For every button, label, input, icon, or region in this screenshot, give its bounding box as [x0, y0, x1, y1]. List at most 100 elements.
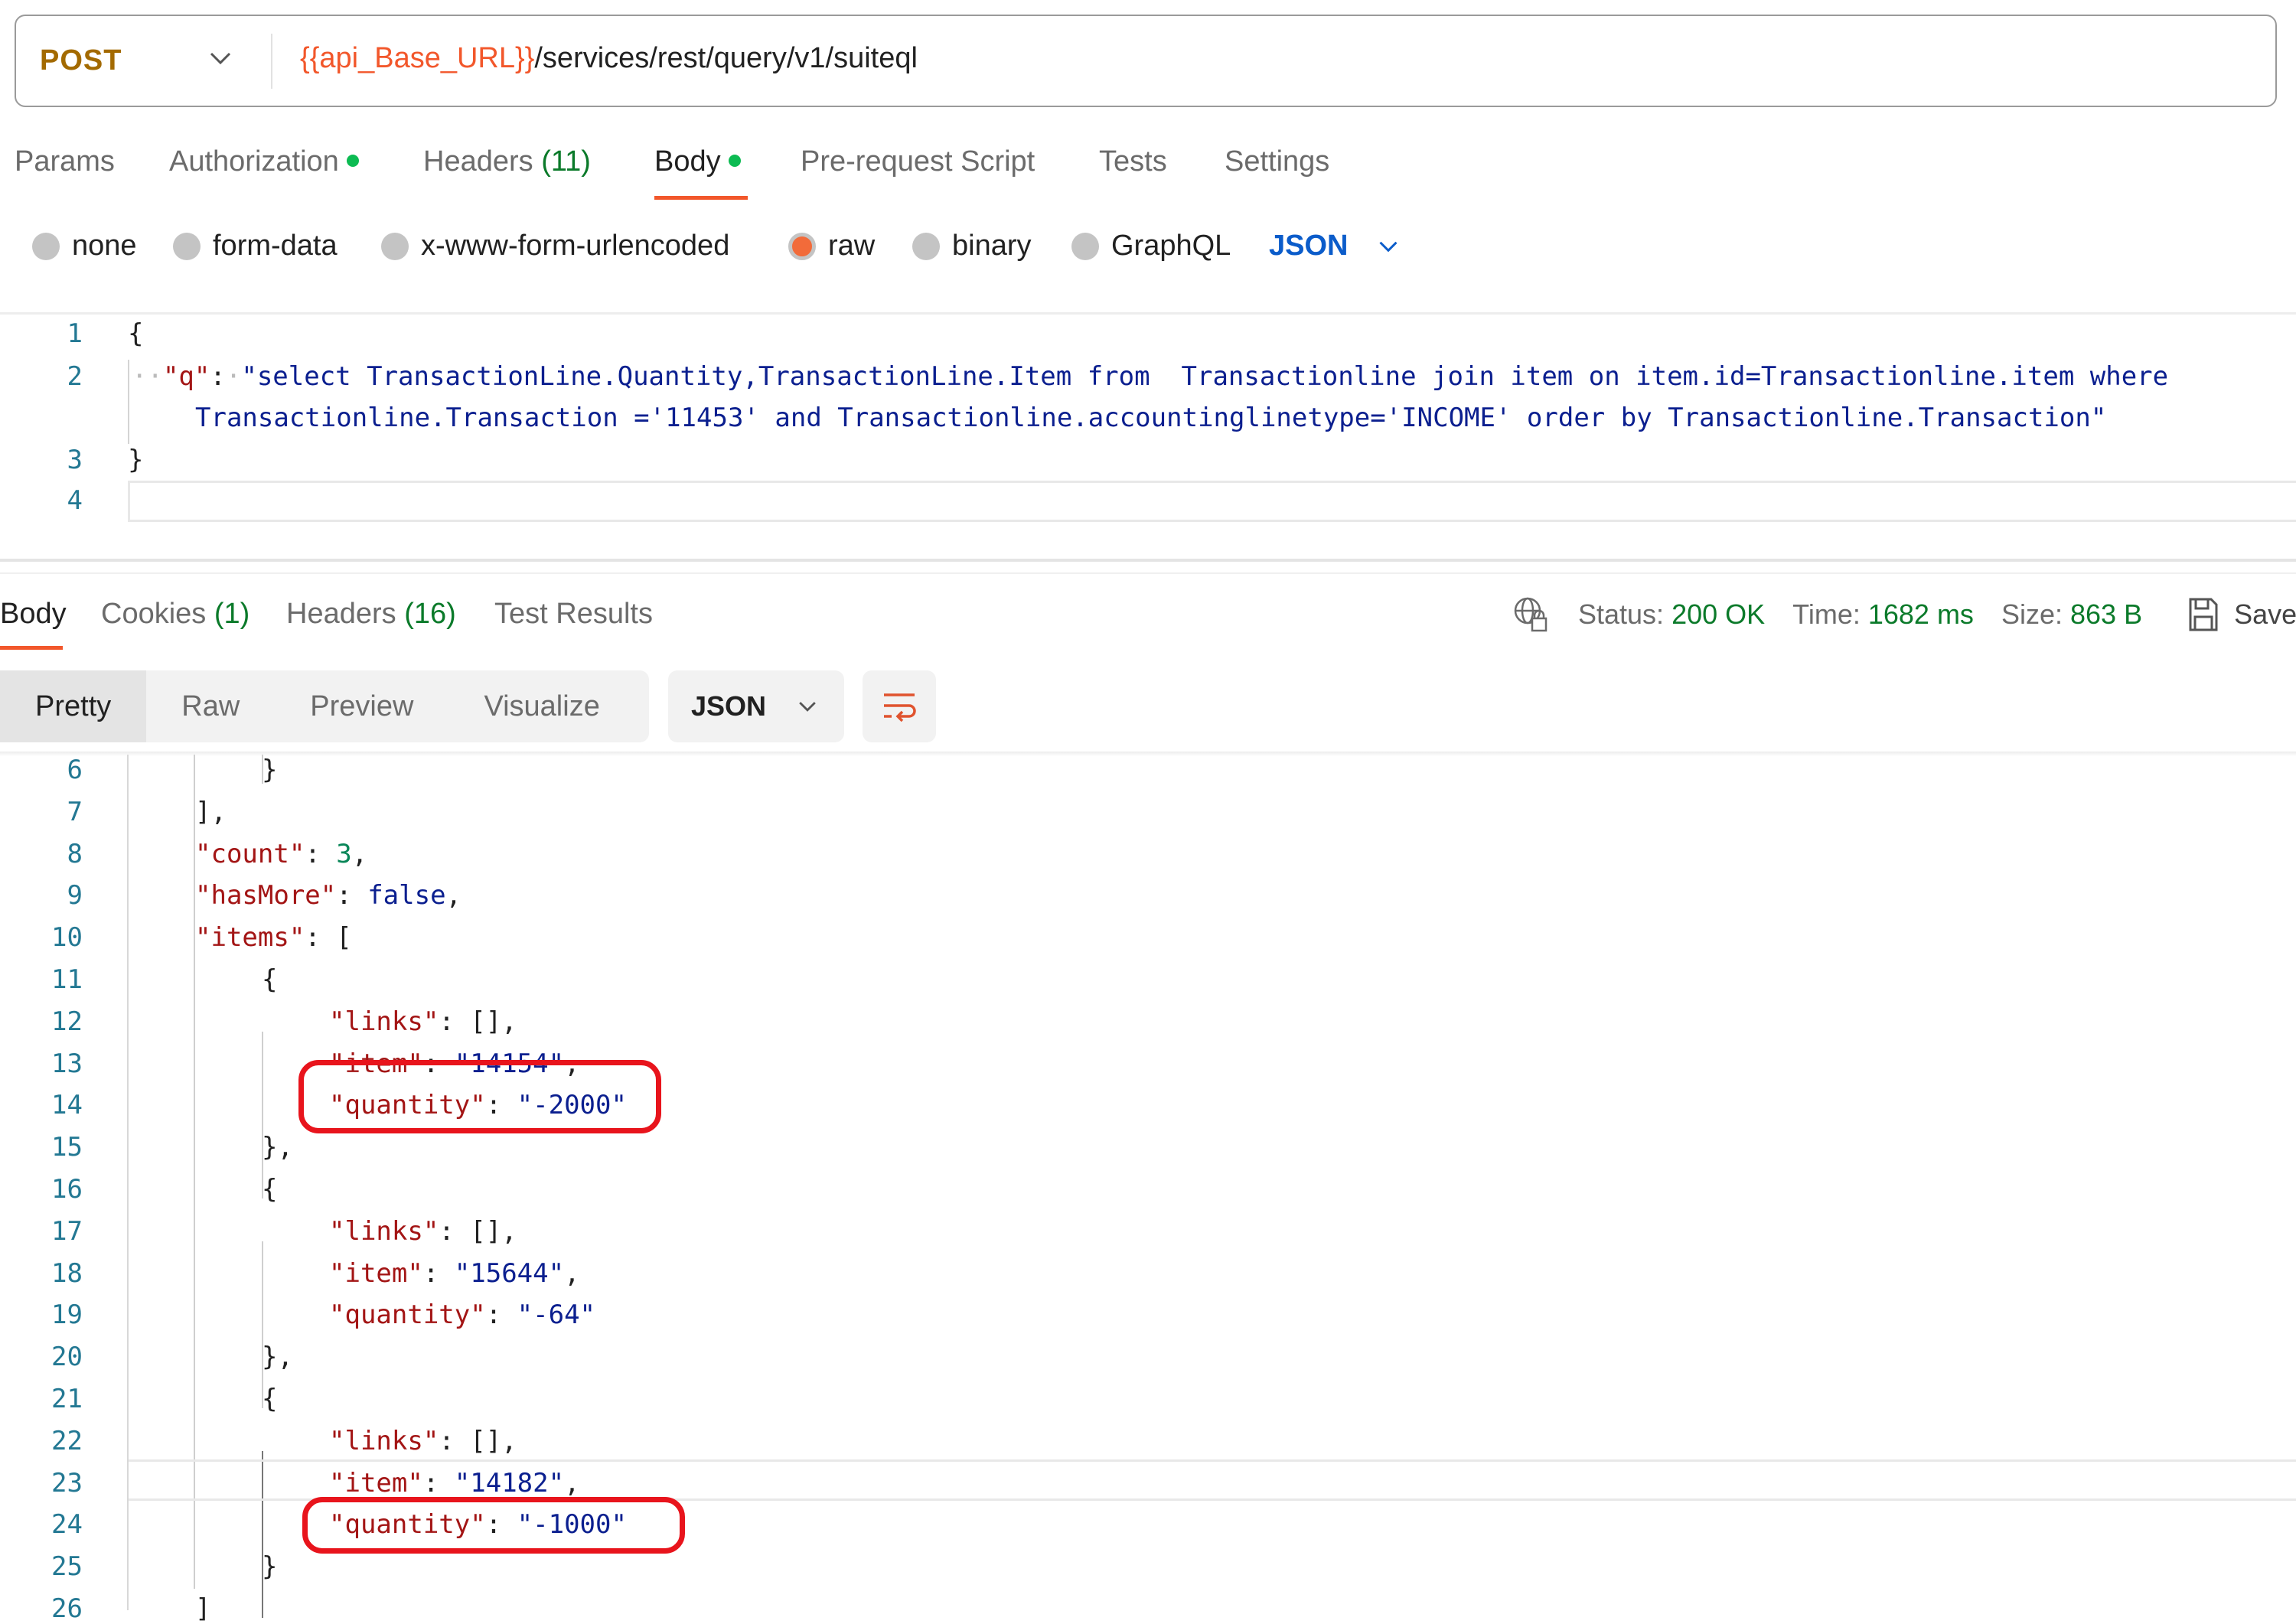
wrap-lines-icon: [884, 693, 916, 722]
wrap-lines-button[interactable]: [863, 670, 936, 742]
active-tab-indicator: [0, 646, 63, 650]
editor-top-border: [0, 312, 2296, 315]
line-number: 26: [51, 1593, 83, 1624]
json-key: "links": [329, 1006, 439, 1037]
code-line: },: [262, 1132, 293, 1163]
whitespace-marker: ·: [225, 361, 242, 392]
save-response-button[interactable]: Save: [2188, 597, 2296, 632]
radio-label: GraphQL: [1111, 230, 1231, 262]
json-punctuation: : [],: [439, 1216, 517, 1247]
json-punctuation: {: [262, 1174, 278, 1205]
method-selector[interactable]: POST: [40, 44, 122, 77]
radio-raw[interactable]: raw: [788, 230, 875, 263]
tab-authorization[interactable]: Authorization: [169, 145, 359, 178]
view-preview[interactable]: Preview: [275, 670, 448, 742]
annotation-highlight: [302, 1497, 685, 1554]
code-open-brace: {: [128, 318, 144, 349]
status-dot: [728, 154, 741, 167]
radio-x-www-form-urlencoded[interactable]: x-www-form-urlencoded: [381, 230, 729, 263]
pane-divider: [0, 572, 2296, 574]
code-close-brace: }: [128, 445, 144, 475]
tab-body[interactable]: Body: [654, 145, 741, 178]
tab-tests[interactable]: Tests: [1099, 145, 1167, 178]
time-group[interactable]: Time: 1682 ms: [1792, 598, 1974, 631]
code-line: "links": [],: [329, 1216, 517, 1247]
save-icon: [2189, 598, 2218, 631]
pane-resize-handle[interactable]: [0, 559, 2296, 562]
chevron-down-icon: [1379, 241, 1398, 252]
code-line: "hasMore": false,: [195, 880, 461, 911]
body-language-dropdown[interactable]: JSON: [1269, 230, 1400, 263]
response-tab-body[interactable]: Body: [0, 598, 67, 631]
globe-lock-icon[interactable]: [1512, 595, 1549, 634]
code-line: "links": [],: [329, 1006, 517, 1037]
tab-label: Cookies: [101, 598, 207, 630]
view-mode-segmented: Pretty Raw Preview Visualize: [0, 670, 649, 742]
code-line: {: [262, 964, 277, 995]
tab-settings[interactable]: Settings: [1225, 145, 1329, 178]
radio-icon: [32, 232, 60, 260]
status-group[interactable]: Status: 200 OK: [1578, 598, 1765, 631]
radio-form-data[interactable]: form-data: [173, 230, 338, 263]
tab-headers[interactable]: Headers (11): [423, 145, 591, 178]
status-dot: [346, 154, 359, 167]
tab-count: (1): [214, 598, 250, 630]
tab-pre-request-script[interactable]: Pre-request Script: [801, 145, 1035, 178]
radio-label: raw: [828, 230, 876, 262]
radio-binary[interactable]: binary: [912, 230, 1032, 263]
line-number: 1: [67, 318, 83, 349]
json-punctuation: : [],: [439, 1426, 517, 1456]
code-line: "links": [],: [329, 1426, 517, 1456]
line-number: 15: [51, 1132, 83, 1163]
scroll-shadow: [0, 752, 2296, 756]
radio-icon: [912, 232, 940, 260]
active-tab-indicator: [654, 196, 748, 200]
json-punctuation: ,: [351, 839, 368, 869]
json-key: "quantity": [329, 1300, 486, 1330]
json-punctuation: {: [262, 964, 278, 995]
line-number: 2: [67, 361, 83, 392]
code-line: "items": [: [195, 922, 352, 953]
response-tab-headers[interactable]: Headers (16): [286, 598, 456, 631]
line-number: 7: [67, 797, 83, 827]
url-input[interactable]: {{api_Base_URL}}/services/rest/query/v1/…: [300, 42, 918, 75]
json-string: "14182": [454, 1468, 565, 1498]
line-number: 24: [51, 1509, 83, 1540]
tab-label: Body: [654, 145, 721, 178]
tab-label: Tests: [1099, 145, 1167, 178]
tab-params[interactable]: Params: [15, 145, 115, 178]
json-string: "select TransactionLine.Quantity,Transac…: [241, 361, 2169, 392]
json-punctuation: }: [262, 1551, 278, 1582]
code-line: "count": 3,: [195, 839, 367, 869]
radio-icon: [381, 232, 409, 260]
indent-guide: [128, 360, 129, 444]
radio-label: none: [72, 230, 137, 262]
line-number: 9: [67, 880, 83, 911]
view-visualize[interactable]: Visualize: [448, 670, 634, 742]
line-number: 3: [67, 445, 83, 475]
code-line-query[interactable]: ··"q":·"select TransactionLine.Quantity,…: [132, 361, 2168, 392]
tab-label: Headers: [423, 145, 533, 178]
line-number: 14: [51, 1090, 83, 1120]
response-tab-test-results[interactable]: Test Results: [494, 598, 653, 631]
line-number: 6: [67, 755, 83, 785]
view-pretty[interactable]: Pretty: [0, 670, 147, 742]
response-format-dropdown[interactable]: JSON: [668, 670, 844, 742]
time-value: 1682 ms: [1867, 598, 1974, 630]
url-path: /services/rest/query/v1/suiteql: [534, 42, 918, 74]
size-group[interactable]: Size: 863 B: [2001, 598, 2142, 631]
response-meta: Status: 200 OK Time: 1682 ms Size: 863 B…: [1512, 595, 2296, 634]
radio-label: x-www-form-urlencoded: [421, 230, 730, 262]
response-tab-cookies[interactable]: Cookies (1): [101, 598, 249, 631]
radio-none[interactable]: none: [32, 230, 137, 263]
tab-count: (16): [404, 598, 456, 630]
line-number: 20: [51, 1342, 83, 1372]
json-key: "q": [162, 361, 210, 392]
view-raw[interactable]: Raw: [146, 670, 275, 742]
line-number: 22: [51, 1426, 83, 1456]
code-line: {: [262, 1174, 277, 1205]
chevron-down-icon[interactable]: [205, 43, 236, 73]
line-number: 4: [67, 485, 83, 516]
radio-graphql[interactable]: GraphQL: [1071, 230, 1231, 263]
code-line-query-wrap[interactable]: Transactionline.Transaction ='11453' and…: [195, 403, 2106, 433]
